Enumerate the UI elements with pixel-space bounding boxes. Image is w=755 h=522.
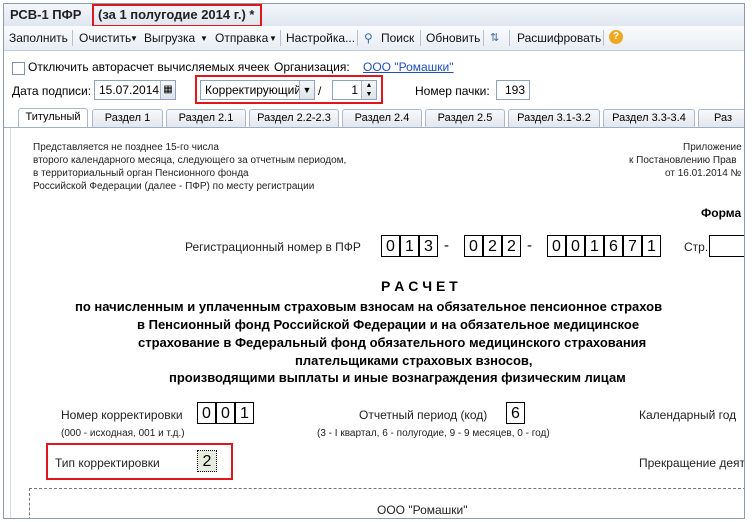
form-title: Р А С Ч Е Т [381, 278, 458, 294]
note-line-2: второго календарного месяца, следующего … [33, 155, 347, 166]
correction-type-cell[interactable]: 2 [197, 450, 217, 472]
tab-section-2-5[interactable]: Раздел 2.5 [425, 109, 505, 127]
reg-digit-cell[interactable]: 2 [502, 235, 521, 257]
toolbar-separator [509, 30, 510, 46]
chevron-down-icon[interactable]: ▼ [269, 34, 277, 43]
stepper-icon[interactable]: ▲ ▼ [361, 81, 376, 99]
form-title-line-1: по начисленным и уплаченным страховым вз… [75, 299, 663, 314]
correction-digit-cell[interactable]: 1 [235, 402, 254, 424]
tab-title-page[interactable]: Титульный [18, 108, 88, 127]
note-line-4: Российской Федерации (далее - ПФР) по ме… [33, 181, 315, 192]
org-link[interactable]: ООО "Ромашки" [363, 60, 454, 74]
search-icon[interactable]: ⚲ [364, 31, 373, 45]
reg-number-label: Регистрационный номер в ПФР [185, 240, 361, 254]
send-button[interactable]: Отправка [215, 31, 268, 45]
tab-section-2-2-2-3[interactable]: Раздел 2.2-2.3 [249, 109, 339, 127]
termination-label: Прекращение деят [639, 456, 745, 470]
period-label: Отчетный период (код) [359, 408, 488, 422]
clear-button[interactable]: Очистить [79, 31, 131, 45]
reg-digit-cell[interactable]: 3 [419, 235, 438, 257]
pack-number-value: 193 [504, 83, 525, 97]
form-title-line-4: плательщиками страховых взносов, [295, 353, 533, 368]
reg-digit-cell[interactable]: 2 [483, 235, 502, 257]
form-title-line-2: в Пенсионный фонд Российской Федерации и… [137, 317, 640, 332]
tab-section-1[interactable]: Раздел 1 [92, 109, 163, 127]
correction-number-hint: (000 - исходная, 001 и т.д.) [61, 428, 185, 439]
organization-name: ООО "Ромашки" [377, 503, 468, 517]
correction-type-select[interactable]: Корректирующий ▼ [200, 80, 315, 100]
chevron-down-icon[interactable]: ▼ [299, 81, 314, 99]
search-button[interactable]: Поиск [381, 31, 414, 45]
correction-number-field[interactable]: 1 ▲ ▼ [332, 80, 377, 100]
toolbar-separator [420, 30, 421, 46]
reg-dash: - [527, 237, 532, 254]
correction-number-label: Номер корректировки [61, 408, 183, 422]
appendix-line-2: к Постановлению Прав [629, 155, 737, 166]
autocalc-label: Отключить авторасчет вычисляемых ячеек [28, 60, 270, 74]
pack-label: Номер пачки: [415, 84, 490, 98]
reg-digit-cell[interactable]: 6 [604, 235, 623, 257]
app-window: РСВ-1 ПФР (за 1 полугодие 2014 г.) * Зап… [3, 3, 745, 519]
decode-button[interactable]: Расшифровать [517, 31, 601, 45]
year-label: Календарный год [639, 408, 737, 422]
org-label: Организация: [274, 60, 350, 74]
tab-section-more[interactable]: Раз [698, 109, 744, 127]
reg-digit-cell[interactable]: 0 [547, 235, 566, 257]
page-cell[interactable] [709, 235, 744, 257]
calendar-icon[interactable]: ▦ [160, 81, 175, 99]
export-button[interactable]: Выгрузка [144, 31, 195, 45]
correction-type-label: Тип корректировки [55, 456, 160, 470]
page-label: Стр. [684, 240, 709, 254]
reg-digit-cell[interactable]: 0 [381, 235, 400, 257]
window-title: РСВ-1 ПФР [10, 7, 82, 22]
autocalc-checkbox[interactable] [12, 62, 25, 75]
note-line-1: Представляется не позднее 15-го числа [33, 142, 219, 153]
tab-section-2-4[interactable]: Раздел 2.4 [342, 109, 422, 127]
highlight-period [92, 4, 262, 27]
refresh-button[interactable]: Обновить [426, 31, 480, 45]
toolbar-separator [483, 30, 484, 46]
chevron-down-icon[interactable]: ▼ [200, 34, 208, 43]
toolbar-separator [357, 30, 358, 46]
pack-number-field[interactable]: 193 [496, 80, 530, 100]
form-title-line-5: производящими выплаты и иные вознагражде… [169, 370, 626, 385]
correction-digit-cell[interactable]: 0 [197, 402, 216, 424]
correction-separator: / [318, 84, 322, 98]
period-hint: (3 - I квартал, 6 - полугодие, 9 - 9 мес… [317, 428, 550, 439]
form-label: Форма [701, 206, 742, 220]
toolbar-separator [280, 30, 281, 46]
toolbar-separator [603, 30, 604, 46]
help-icon[interactable]: ? [609, 30, 623, 44]
correction-type-value: Корректирующий [205, 83, 302, 97]
toolbar-separator [72, 30, 73, 46]
settings-button[interactable]: Настройка... [286, 31, 355, 45]
note-line-3: в территориальный орган Пенсионного фонд… [33, 168, 249, 179]
tab-section-2-1[interactable]: Раздел 2.1 [166, 109, 246, 127]
reg-digit-cell[interactable]: 0 [566, 235, 585, 257]
reg-digit-cell[interactable]: 7 [623, 235, 642, 257]
chevron-down-icon[interactable]: ▼ [130, 34, 138, 43]
sign-date-label: Дата подписи: [12, 84, 92, 98]
fill-button[interactable]: Заполнить [9, 31, 68, 45]
correction-digit-cell[interactable]: 0 [216, 402, 235, 424]
expand-collapse-icon[interactable]: ⇅ [490, 31, 499, 44]
reg-digit-cell[interactable]: 1 [585, 235, 604, 257]
reg-digit-cell[interactable]: 1 [400, 235, 419, 257]
reg-digit-cell[interactable]: 1 [642, 235, 661, 257]
period-cell[interactable]: 6 [506, 402, 525, 424]
form-document: Представляется не позднее 15-го числа вт… [10, 128, 745, 518]
sign-date-field[interactable]: 15.07.2014 ▦ [94, 80, 176, 100]
correction-number-value: 1 [351, 83, 358, 97]
tab-section-3-3-3-4[interactable]: Раздел 3.3-3.4 [603, 109, 695, 127]
appendix-line-3: от 16.01.2014 № [665, 168, 742, 179]
reg-dash: - [444, 237, 449, 254]
toolbar: Заполнить Очистить ▼ Выгрузка ▼ Отправка… [4, 26, 744, 51]
reg-digit-cell[interactable]: 0 [464, 235, 483, 257]
form-title-line-3: страхование в Федеральный фонд обязатель… [138, 335, 647, 350]
sign-date-value: 15.07.2014 [99, 83, 160, 97]
section-tabs: Титульный Раздел 1 Раздел 2.1 Раздел 2.2… [4, 107, 744, 128]
tab-section-3-1-3-2[interactable]: Раздел 3.1-3.2 [508, 109, 600, 127]
appendix-line-1: Приложение № [683, 142, 744, 153]
